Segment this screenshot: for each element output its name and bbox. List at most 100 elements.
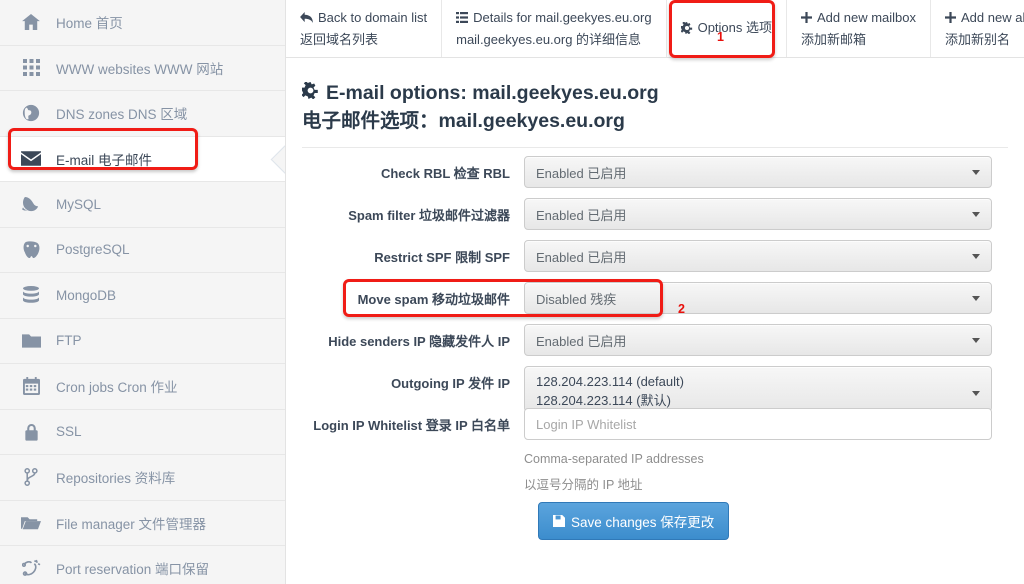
tab-back-to-domain-list[interactable]: Back to domain list 返回域名列表 xyxy=(286,0,443,57)
tab-text-en: Details for mail.geekyes.eu.org xyxy=(473,9,652,25)
sidebar-item-label: DNS zones DNS 区域 xyxy=(56,107,188,123)
hide-senders-ip-select[interactable]: Enabled 已启用 xyxy=(524,324,992,356)
active-indicator-notch xyxy=(268,137,285,182)
sidebar-item-www-websites[interactable]: WWW websites WWW 网站 xyxy=(0,46,285,91)
form-row-hide-senders-ip: Hide senders IP 隐藏发件人 IP Enabled 已启用 xyxy=(286,324,1024,356)
sidebar-item-email[interactable]: E-mail 电子邮件 xyxy=(0,136,285,182)
tab-options[interactable]: Options 选项 xyxy=(666,0,788,57)
tab-add-new-alias[interactable]: Add new alias 添加新别名 xyxy=(931,0,1024,57)
tab-text-en: Options 选项 xyxy=(697,20,773,35)
annotation-marker-2: 2 xyxy=(678,302,685,316)
sidebar-item-label: FTP xyxy=(56,333,82,349)
tab-label-en: Back to domain list xyxy=(300,8,427,27)
tab-bar: Back to domain list 返回域名列表 Details for m… xyxy=(286,0,1024,58)
tab-add-new-mailbox[interactable]: Add new mailbox 添加新邮箱 xyxy=(787,0,932,57)
chevron-down-icon xyxy=(972,391,980,396)
tab-label-zh: mail.geekyes.eu.org 的详细信息 xyxy=(456,31,642,47)
email-options-form: Check RBL 检查 RBL Enabled 已启用 Spam filter… xyxy=(286,148,1024,540)
grid-icon xyxy=(18,57,44,79)
chevron-down-icon xyxy=(972,170,980,175)
tab-text-en: Add new mailbox xyxy=(817,9,917,25)
ip-settings-block: Outgoing IP 发件 IP 128.204.223.114 (defau… xyxy=(286,366,1024,492)
save-button-label: Save changes 保存更改 xyxy=(571,515,715,530)
tab-text-en: Back to domain list xyxy=(318,9,428,25)
save-changes-button[interactable]: Save changes 保存更改 xyxy=(538,502,730,540)
move-spam-select[interactable]: Disabled 残疾 xyxy=(524,282,992,314)
save-icon xyxy=(553,515,565,527)
tab-text-en: Add new alias xyxy=(961,9,1024,25)
folder-open-icon xyxy=(18,512,44,534)
login-ip-whitelist-input[interactable] xyxy=(524,408,992,440)
select-value: Disabled 残疾 xyxy=(536,291,617,307)
form-row-restrict-spf: Restrict SPF 限制 SPF Enabled 已启用 xyxy=(286,240,1024,272)
select-value: Enabled 已启用 xyxy=(536,333,627,349)
plus-icon xyxy=(945,11,957,23)
elephant-icon xyxy=(18,239,44,261)
home-icon xyxy=(18,11,44,33)
sidebar-item-label: WWW websites WWW 网站 xyxy=(56,61,224,77)
tab-label-en: Details for mail.geekyes.eu.org xyxy=(456,8,652,27)
sidebar-item-repositories[interactable]: Repositories 资料库 xyxy=(0,455,285,501)
tab-label-en: Add new alias xyxy=(945,8,1024,27)
field-label: Login IP Whitelist 登录 IP 白名单 xyxy=(313,418,510,433)
chevron-down-icon xyxy=(972,254,980,259)
sidebar-item-cron-jobs[interactable]: Cron jobs Cron 作业 xyxy=(0,364,285,410)
sidebar-item-label: Cron jobs Cron 作业 xyxy=(56,380,178,396)
sidebar-item-mongodb[interactable]: MongoDB xyxy=(0,273,285,319)
page-title: E-mail options: mail.geekyes.eu.org 电子邮件… xyxy=(286,58,1024,135)
field-label: Hide senders IP 隐藏发件人 IP xyxy=(328,334,510,349)
help-text-en: Comma-separated IP addresses xyxy=(524,452,704,466)
globe-icon xyxy=(18,102,44,124)
sidebar-item-label: Home 首页 xyxy=(56,16,123,32)
sidebar-item-home[interactable]: Home 首页 xyxy=(0,0,285,46)
form-row-outgoing-ip: Outgoing IP 发件 IP 128.204.223.114 (defau… xyxy=(286,366,1024,412)
tab-label-zh: 返回域名列表 xyxy=(300,31,379,47)
restrict-spf-select[interactable]: Enabled 已启用 xyxy=(524,240,992,272)
tab-label-zh: 添加新别名 xyxy=(945,31,1011,47)
envelope-icon xyxy=(18,148,44,170)
sidebar: Home 首页 WWW websites WWW 网站 DNS zones DN… xyxy=(0,0,286,584)
page-root: Home 首页 WWW websites WWW 网站 DNS zones DN… xyxy=(0,0,1024,584)
dolphin-icon xyxy=(18,193,44,215)
list-icon xyxy=(456,11,469,23)
sidebar-item-label: PostgreSQL xyxy=(56,242,130,258)
sidebar-item-dns-zones[interactable]: DNS zones DNS 区域 xyxy=(0,91,285,137)
sidebar-item-label: MySQL xyxy=(56,196,102,212)
field-label: Move spam 移动垃圾邮件 xyxy=(357,292,510,307)
sidebar-item-label: Port reservation 端口保留 xyxy=(56,562,210,578)
form-row-move-spam: Move spam 移动垃圾邮件 Disabled 残疾 xyxy=(286,282,1024,314)
sidebar-item-postgresql[interactable]: PostgreSQL xyxy=(0,228,285,273)
sidebar-item-file-manager[interactable]: File manager 文件管理器 xyxy=(0,501,285,546)
field-label: Spam filter 垃圾邮件过滤器 xyxy=(348,208,510,223)
back-arrow-icon xyxy=(300,11,313,23)
spam-filter-select[interactable]: Enabled 已启用 xyxy=(524,198,992,230)
port-reservation-icon xyxy=(18,557,44,579)
page-title-en: E-mail options: mail.geekyes.eu.org xyxy=(326,82,659,104)
sidebar-item-ssl[interactable]: SSL xyxy=(0,410,285,455)
field-label: Outgoing IP 发件 IP xyxy=(391,376,510,391)
gear-icon xyxy=(680,21,693,34)
database-icon xyxy=(18,284,44,306)
code-branch-icon xyxy=(18,466,44,488)
sidebar-item-label: E-mail 电子邮件 xyxy=(56,152,153,168)
select-value: Enabled 已启用 xyxy=(536,207,627,223)
help-text-zh: 以逗号分隔的 IP 地址 xyxy=(524,478,643,492)
sidebar-item-port-reservation[interactable]: Port reservation 端口保留 xyxy=(0,546,285,584)
sidebar-item-ftp[interactable]: FTP xyxy=(0,319,285,364)
main-content: Back to domain list 返回域名列表 Details for m… xyxy=(286,0,1024,584)
field-label: Restrict SPF 限制 SPF xyxy=(374,250,510,265)
sidebar-item-label: File manager 文件管理器 xyxy=(56,516,207,532)
check-rbl-select[interactable]: Enabled 已启用 xyxy=(524,156,992,188)
select-value: Enabled 已启用 xyxy=(536,165,627,181)
outgoing-ip-select[interactable]: 128.204.223.114 (default) 128.204.223.11… xyxy=(524,366,992,412)
form-row-check-rbl: Check RBL 检查 RBL Enabled 已启用 xyxy=(286,156,1024,188)
sidebar-item-mysql[interactable]: MySQL xyxy=(0,182,285,228)
form-row-login-ip-whitelist: Login IP Whitelist 登录 IP 白名单 xyxy=(286,408,1024,440)
sidebar-item-label: MongoDB xyxy=(56,287,117,303)
chevron-down-icon xyxy=(972,212,980,217)
tab-label-en: Add new mailbox xyxy=(801,8,916,27)
select-value-en: 128.204.223.114 (default) xyxy=(536,374,684,389)
folder-icon xyxy=(18,330,44,352)
tab-details[interactable]: Details for mail.geekyes.eu.org mail.gee… xyxy=(442,0,667,57)
plus-icon xyxy=(801,11,813,23)
